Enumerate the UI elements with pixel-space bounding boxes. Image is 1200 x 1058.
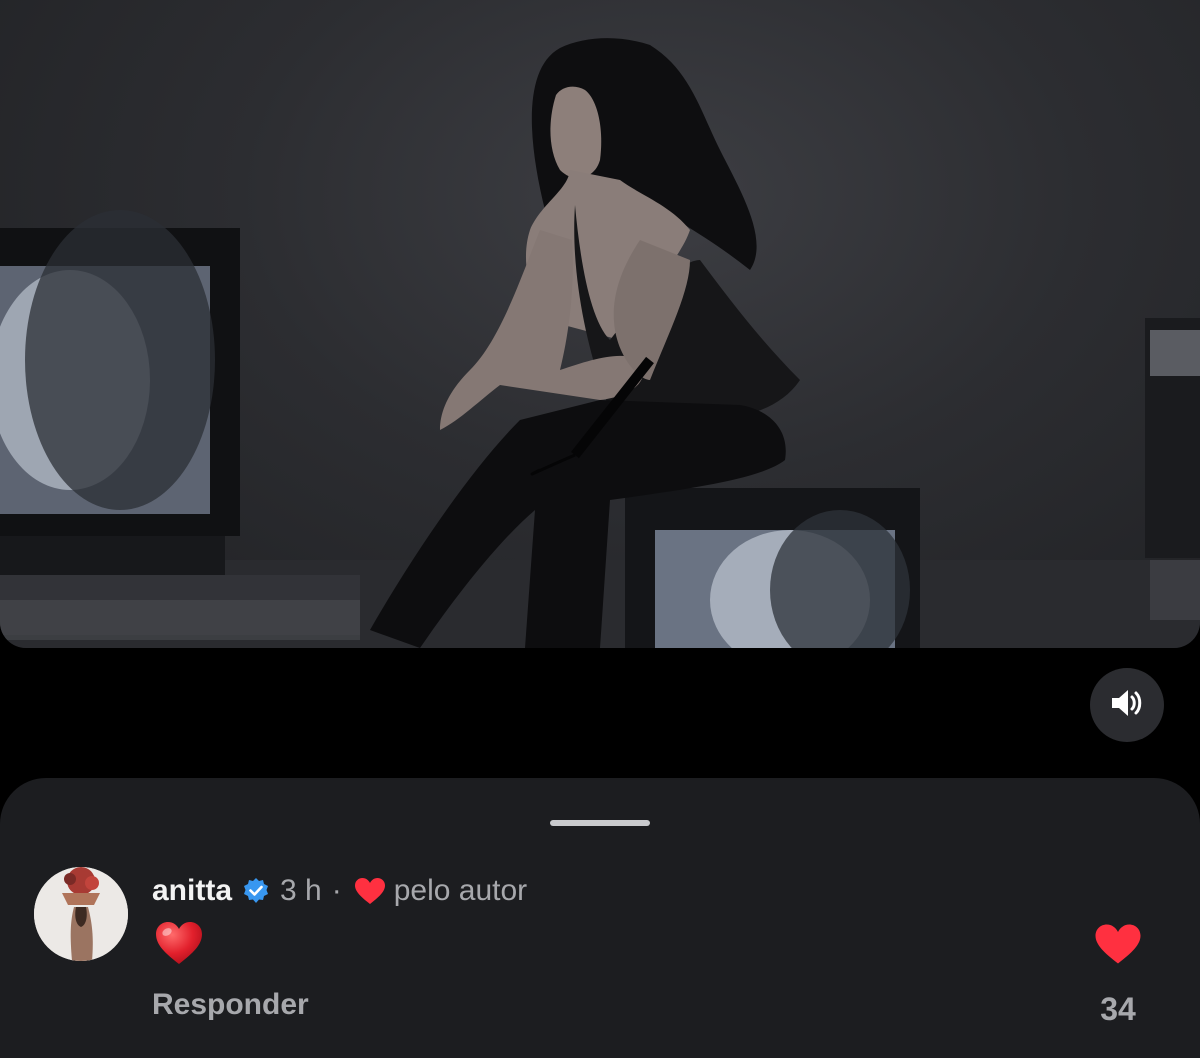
- like-comment-button[interactable]: [1094, 923, 1144, 969]
- heart-icon: [354, 877, 386, 905]
- speaker-icon: [1110, 688, 1144, 723]
- separator-dot: ·: [331, 874, 342, 907]
- left-monitor: [0, 210, 360, 640]
- screen: anitta 3 h · pelo autor Responder 34: [0, 0, 1200, 1058]
- comment-header: anitta 3 h · pelo autor: [152, 871, 527, 911]
- liked-by-author-label: pelo autor: [393, 874, 528, 907]
- comment-username[interactable]: anitta: [152, 874, 232, 908]
- comment-timestamp: 3 h: [280, 874, 322, 907]
- comment-text: ❤️: [154, 920, 206, 972]
- avatar[interactable]: [34, 867, 128, 961]
- red-heart-emoji-icon: [156, 922, 202, 964]
- reply-button[interactable]: Responder: [152, 988, 309, 1022]
- avatar-image: [34, 867, 128, 961]
- seat-monitor: [625, 488, 920, 648]
- video-frame-illustration: [0, 38, 1200, 648]
- comments-sheet: anitta 3 h · pelo autor Responder 34: [0, 778, 1200, 1058]
- right-equipment: [1145, 318, 1200, 620]
- video-player[interactable]: [0, 0, 1200, 648]
- verified-badge-icon: [242, 877, 270, 905]
- like-count: 34: [1100, 991, 1136, 1027]
- sheet-drag-handle[interactable]: [550, 820, 650, 826]
- volume-toggle-button[interactable]: [1090, 668, 1164, 742]
- heart-icon: [1095, 924, 1141, 964]
